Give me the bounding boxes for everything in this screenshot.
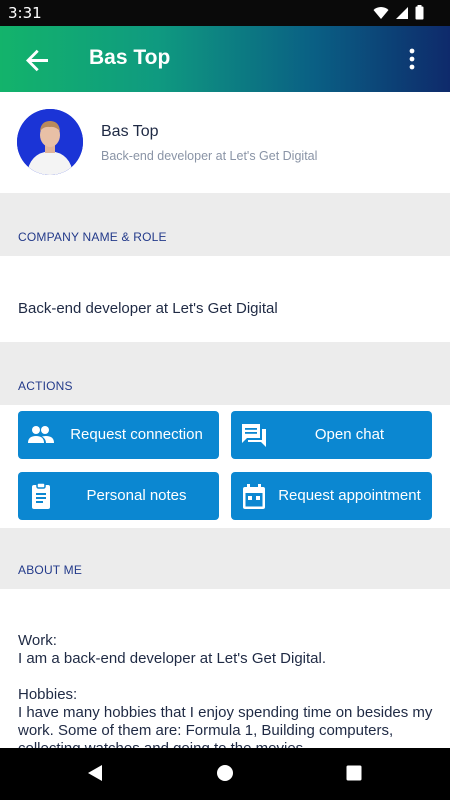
section-label-about: ABOUT ME xyxy=(18,563,83,577)
work-heading: Work: xyxy=(18,632,57,649)
section-header-about: ABOUT ME xyxy=(0,528,450,589)
status-time: 3:31 xyxy=(8,4,42,22)
people-icon xyxy=(28,426,54,443)
cell-signal-icon xyxy=(396,6,408,19)
status-bar: 3:31 xyxy=(0,0,450,26)
profile-header: Bas Top Back-end developer at Let's Get … xyxy=(0,92,450,193)
nav-home-icon[interactable] xyxy=(216,764,234,782)
request-appointment-button[interactable]: Request appointment xyxy=(231,472,432,520)
profile-name: Bas Top xyxy=(101,123,159,140)
section-label-company: COMPANY NAME & ROLE xyxy=(18,230,167,244)
work-text: I am a back-end developer at Let's Get D… xyxy=(18,650,327,667)
about-me-content: Work: I am a back-end developer at Let's… xyxy=(18,632,433,758)
clipboard-icon xyxy=(32,482,50,509)
page-title: Bas Top xyxy=(89,46,171,69)
chat-icon xyxy=(242,424,266,447)
request-connection-button[interactable]: Request connection xyxy=(18,411,219,459)
app-bar: Bas Top xyxy=(0,26,450,92)
status-icons xyxy=(373,5,424,20)
personal-notes-button[interactable]: Personal notes xyxy=(18,472,219,520)
avatar-photo xyxy=(17,109,83,175)
section-header-company: COMPANY NAME & ROLE xyxy=(0,193,450,256)
open-chat-button[interactable]: Open chat xyxy=(231,411,432,459)
company-role-text: Back-end developer at Let's Get Digital xyxy=(18,300,278,317)
calendar-icon xyxy=(243,484,265,509)
section-label-actions: ACTIONS xyxy=(18,379,73,393)
profile-subtitle: Back-end developer at Let's Get Digital xyxy=(101,149,318,163)
hobbies-heading: Hobbies: xyxy=(18,686,78,703)
more-vert-icon[interactable] xyxy=(400,47,424,71)
system-nav-bar xyxy=(0,748,450,800)
nav-recents-icon[interactable] xyxy=(345,764,363,782)
nav-back-icon[interactable] xyxy=(86,764,104,782)
wifi-icon xyxy=(373,6,389,19)
section-header-actions: ACTIONS xyxy=(0,342,450,405)
avatar xyxy=(17,109,83,175)
back-arrow-icon[interactable] xyxy=(22,44,54,76)
battery-icon xyxy=(415,5,424,20)
